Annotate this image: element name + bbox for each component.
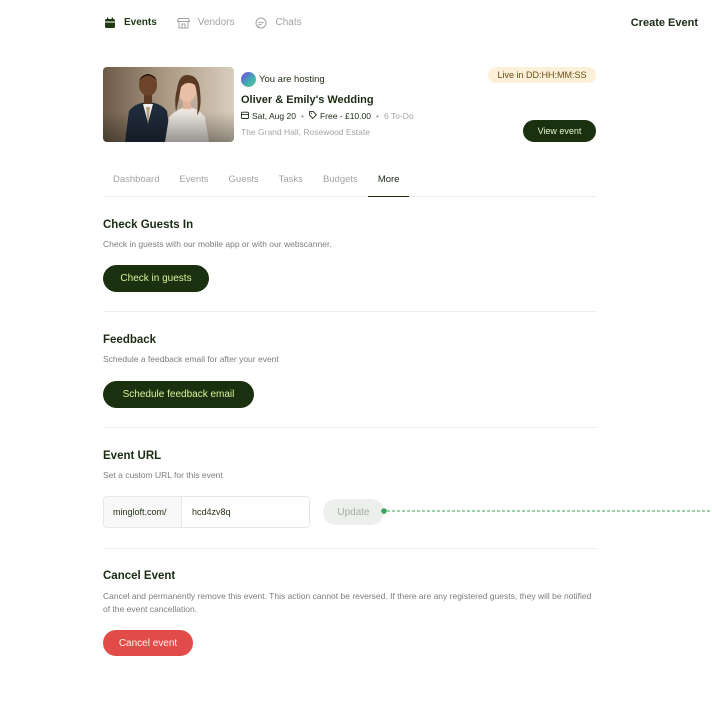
tab-budgets[interactable]: Budgets [313,168,368,197]
event-price: Free - £10.00 [319,111,371,121]
nav-item-events[interactable]: Events [103,16,157,29]
tab-events[interactable]: Events [169,168,218,197]
avatar [241,72,256,87]
checkin-title: Check Guests In [103,219,194,231]
cancel-event-description: Cancel and permanently remove this event… [103,591,592,614]
tab-guests[interactable]: Guests [219,168,269,197]
section-divider [103,311,596,312]
event-url-title: Event URL [103,450,162,462]
annotation-connector [381,508,712,514]
nav-label-vendors: Vendors [197,17,235,28]
event-todo[interactable]: 6 To-Do [384,111,414,121]
separator-dot: • [300,111,304,121]
section-divider [103,427,596,428]
nav-label-events: Events [124,17,157,28]
nav-item-vendors[interactable]: Vendors [176,16,235,29]
checkin-description: Check in guests with our mobile app or w… [103,239,332,249]
feedback-description: Schedule a feedback email for after your… [103,354,279,364]
event-venue: The Grand Hall, Rosewood Estate [241,127,370,137]
nav-item-chats[interactable]: Chats [255,16,302,29]
cancel-event-title: Cancel Event [103,570,176,582]
hosting-label: You are hosting [259,74,325,85]
feedback-title: Feedback [103,334,157,346]
check-in-guests-button[interactable]: Check in guests [103,265,209,292]
event-photo [103,67,234,142]
event-tabs: Dashboard Events Guests Tasks Budgets Mo… [103,168,596,197]
view-event-button[interactable]: View event [523,120,596,142]
tab-tasks[interactable]: Tasks [269,168,313,197]
tab-more[interactable]: More [367,168,410,197]
live-countdown-badge: Live in DD:HH:MM:SS [488,67,596,83]
separator-dot: • [375,111,379,121]
hosting-indicator: You are hosting [241,72,325,87]
calendar-icon [241,111,249,121]
store-icon [176,16,190,29]
calendar-icon [103,16,116,29]
cancel-event-button[interactable]: Cancel event [103,630,193,656]
chat-icon [255,16,268,29]
event-url-field: mingloft.com/ [103,496,310,528]
url-slug-input[interactable] [182,497,309,527]
event-url-description: Set a custom URL for this event [103,470,223,480]
schedule-feedback-email-button[interactable]: Schedule feedback email [103,381,254,408]
top-nav: Events Vendors Chats [103,16,322,29]
update-url-button[interactable]: Update [323,499,384,525]
tab-dashboard[interactable]: Dashboard [103,168,169,197]
url-prefix: mingloft.com/ [104,497,182,527]
create-event-button[interactable]: Create Event [631,17,698,29]
tag-icon [309,111,317,121]
nav-label-chats: Chats [275,17,302,28]
event-meta: Sat, Aug 20 • Free - £10.00 • 6 To-Do [241,111,414,121]
event-title: Oliver & Emily's Wedding [241,94,374,106]
section-divider [103,548,596,549]
event-date: Sat, Aug 20 [252,111,296,121]
